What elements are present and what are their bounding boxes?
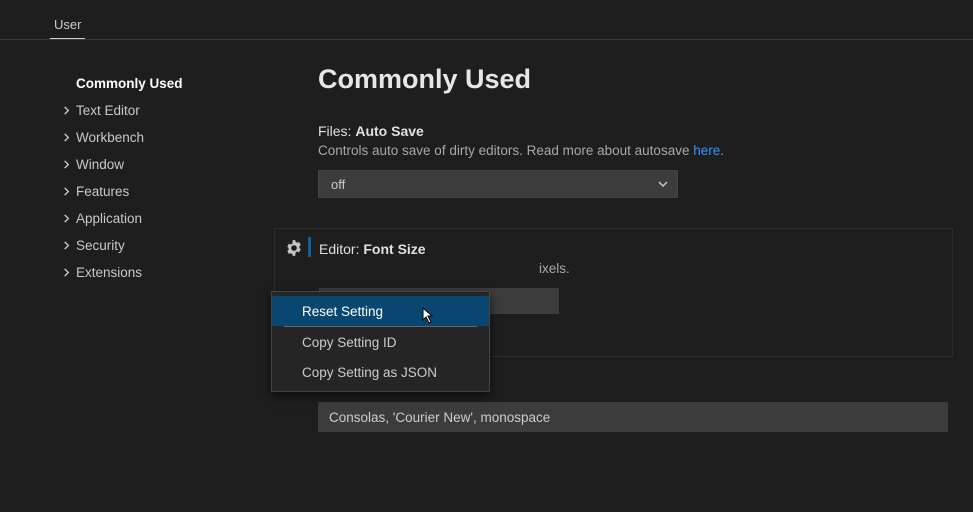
setting-prefix: Files: bbox=[318, 123, 355, 139]
setting-files-autosave: Files: Auto Save Controls auto save of d… bbox=[318, 123, 953, 198]
setting-name: Auto Save bbox=[355, 123, 423, 139]
toc-label: Features bbox=[76, 184, 129, 199]
setting-description: Controls auto save of dirty editors. Rea… bbox=[318, 143, 953, 158]
settings-body: Commonly Used Text Editor Workbench Wind… bbox=[0, 40, 973, 512]
setting-context-menu: Reset Setting Copy Setting ID Copy Setti… bbox=[271, 291, 490, 392]
settings-toc: Commonly Used Text Editor Workbench Wind… bbox=[0, 40, 270, 512]
chevron-right-icon bbox=[58, 105, 74, 116]
select-value: off bbox=[331, 177, 345, 192]
chevron-right-icon bbox=[58, 132, 74, 143]
settings-main: Commonly Used Files: Auto Save Controls … bbox=[270, 40, 973, 512]
tab-user[interactable]: User bbox=[50, 9, 85, 39]
toc-label: Workbench bbox=[76, 130, 144, 145]
toc-security[interactable]: Security bbox=[58, 232, 270, 259]
toc-label: Extensions bbox=[76, 265, 142, 280]
chevron-right-icon bbox=[58, 213, 74, 224]
setting-header: Files: Auto Save bbox=[318, 123, 953, 139]
autosave-help-link[interactable]: here bbox=[693, 143, 720, 158]
chevron-down-icon bbox=[657, 178, 669, 190]
chevron-right-icon bbox=[58, 240, 74, 251]
menu-reset-setting[interactable]: Reset Setting bbox=[272, 296, 489, 326]
toc-label: Text Editor bbox=[76, 103, 140, 118]
chevron-right-icon bbox=[58, 267, 74, 278]
setting-header: Editor: Font Size bbox=[319, 241, 938, 257]
toc-features[interactable]: Features bbox=[58, 178, 270, 205]
settings-scope-tabs: User bbox=[0, 0, 973, 40]
modified-indicator bbox=[308, 237, 311, 257]
toc-application[interactable]: Application bbox=[58, 205, 270, 232]
toc-label: Security bbox=[76, 238, 125, 253]
setting-name: Font Size bbox=[363, 241, 425, 257]
input-value: Consolas, 'Courier New', monospace bbox=[329, 410, 550, 425]
toc-extensions[interactable]: Extensions bbox=[58, 259, 270, 286]
toc-window[interactable]: Window bbox=[58, 151, 270, 178]
menu-copy-setting-json[interactable]: Copy Setting as JSON bbox=[272, 357, 489, 387]
chevron-right-icon bbox=[58, 186, 74, 197]
toc-label: Window bbox=[76, 157, 124, 172]
toc-label: Application bbox=[76, 211, 142, 226]
menu-copy-setting-id[interactable]: Copy Setting ID bbox=[272, 327, 489, 357]
toc-text-editor[interactable]: Text Editor bbox=[58, 97, 270, 124]
toc-workbench[interactable]: Workbench bbox=[58, 124, 270, 151]
page-title: Commonly Used bbox=[318, 64, 953, 95]
autosave-select[interactable]: off bbox=[318, 170, 678, 198]
chevron-right-icon bbox=[58, 159, 74, 170]
fontfamily-input[interactable]: Consolas, 'Courier New', monospace bbox=[318, 402, 948, 432]
setting-prefix: Editor: bbox=[319, 241, 363, 257]
setting-description: ixels. bbox=[319, 261, 938, 276]
toc-commonly-used[interactable]: Commonly Used bbox=[58, 70, 270, 97]
gear-icon[interactable] bbox=[285, 239, 303, 257]
